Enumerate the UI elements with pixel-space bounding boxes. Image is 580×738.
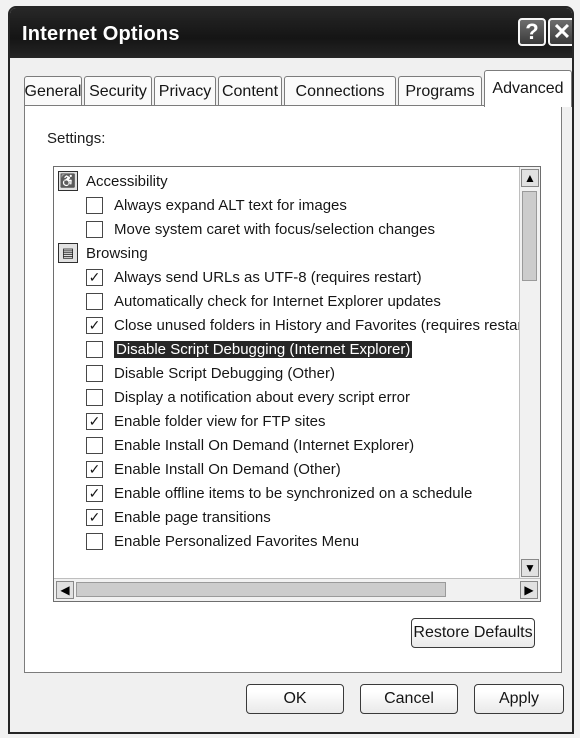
list-item[interactable]: Move system caret with focus/selection c… <box>86 217 435 241</box>
tab-content[interactable]: Content <box>218 76 282 106</box>
checkbox[interactable] <box>86 220 103 238</box>
help-button[interactable]: ? <box>518 18 546 46</box>
checkbox[interactable]: ✓ <box>86 484 103 502</box>
list-item[interactable]: Always expand ALT text for images <box>86 193 347 217</box>
window-title: Internet Options <box>22 23 180 45</box>
scroll-down-button[interactable]: ▼ <box>521 559 539 577</box>
category-browsing: ▤ Browsing <box>58 241 148 265</box>
tab-connections[interactable]: Connections <box>284 76 396 106</box>
vertical-scroll-thumb[interactable] <box>522 191 537 281</box>
vertical-scrollbar[interactable]: ▲ ▼ <box>519 167 540 579</box>
category-accessibility: ♿ Accessibility <box>58 169 168 193</box>
checkbox[interactable] <box>86 532 103 550</box>
option-label: Enable folder view for FTP sites <box>114 412 326 430</box>
checkbox[interactable] <box>86 292 103 310</box>
internet-options-dialog: Internet Options ? ✕ General Security Pr… <box>8 6 574 734</box>
scroll-left-button[interactable]: ◀ <box>56 581 74 599</box>
list-item[interactable]: Disable Script Debugging (Other) <box>86 361 335 385</box>
option-label: Automatically check for Internet Explore… <box>114 292 441 310</box>
option-label: Enable Personalized Favorites Menu <box>114 532 360 550</box>
checkbox[interactable]: ✓ <box>86 460 103 478</box>
browsing-icon: ▤ <box>58 243 78 263</box>
scroll-right-button[interactable]: ▶ <box>520 581 538 599</box>
chevron-up-icon: ▲ <box>524 171 536 185</box>
settings-label: Settings: <box>47 130 106 147</box>
option-label: Enable Install On Demand (Other) <box>114 460 341 478</box>
tab-advanced[interactable]: Advanced <box>484 70 572 107</box>
tab-programs[interactable]: Programs <box>398 76 482 106</box>
checkbox[interactable]: ✓ <box>86 412 103 430</box>
list-item[interactable]: ✓ Enable folder view for FTP sites <box>86 409 325 433</box>
option-label: Enable Install On Demand (Internet Explo… <box>114 436 415 454</box>
list-item[interactable]: ✓ Enable offline items to be synchronize… <box>86 481 472 505</box>
list-item[interactable]: ✓ Close unused folders in History and Fa… <box>86 313 532 337</box>
checkbox[interactable] <box>86 196 103 214</box>
ok-button[interactable]: OK <box>246 684 344 714</box>
list-item[interactable]: Automatically check for Internet Explore… <box>86 289 441 313</box>
list-item[interactable]: ✓ Enable page transitions <box>86 505 271 529</box>
checkbox[interactable] <box>86 388 103 406</box>
option-label: Move system caret with focus/selection c… <box>114 220 435 238</box>
checkbox[interactable] <box>86 340 103 358</box>
chevron-down-icon: ▼ <box>524 561 536 575</box>
checkbox[interactable] <box>86 436 103 454</box>
list-item[interactable]: ✓ Always send URLs as UTF-8 (requires re… <box>86 265 422 289</box>
tab-security[interactable]: Security <box>84 76 152 106</box>
horizontal-scroll-thumb[interactable] <box>76 582 446 597</box>
help-icon: ? <box>525 19 539 44</box>
chevron-left-icon: ◀ <box>60 583 70 597</box>
option-label: Always expand ALT text for images <box>114 196 347 214</box>
list-item-selected[interactable]: Disable Script Debugging (Internet Explo… <box>86 337 413 361</box>
list-item[interactable]: Display a notification about every scrip… <box>86 385 410 409</box>
horizontal-scrollbar[interactable]: ◀ ▶ <box>54 578 540 601</box>
option-label: Disable Script Debugging (Internet Explo… <box>114 340 413 358</box>
option-label: Display a notification about every scrip… <box>114 388 410 406</box>
option-label: Enable offline items to be synchronized … <box>114 484 473 502</box>
tab-privacy[interactable]: Privacy <box>154 76 216 106</box>
option-label: Close unused folders in History and Favo… <box>114 316 532 334</box>
checkbox[interactable] <box>86 364 103 382</box>
checkbox[interactable]: ✓ <box>86 268 103 286</box>
title-bar[interactable]: Internet Options ? ✕ <box>10 8 572 58</box>
category-label: Browsing <box>86 244 148 262</box>
option-label: Enable page transitions <box>114 508 271 526</box>
option-label: Always send URLs as UTF-8 (requires rest… <box>114 268 422 286</box>
accessibility-icon: ♿ <box>58 171 78 191</box>
scroll-up-button[interactable]: ▲ <box>521 169 539 187</box>
cancel-button[interactable]: Cancel <box>360 684 458 714</box>
list-item[interactable]: Enable Install On Demand (Internet Explo… <box>86 433 414 457</box>
list-item[interactable]: Enable Personalized Favorites Menu <box>86 529 359 553</box>
tab-general[interactable]: General <box>24 76 82 106</box>
checkbox[interactable]: ✓ <box>86 316 103 334</box>
close-icon: ✕ <box>552 19 572 44</box>
checkbox[interactable]: ✓ <box>86 508 103 526</box>
option-label: Disable Script Debugging (Other) <box>114 364 335 382</box>
apply-button[interactable]: Apply <box>474 684 564 714</box>
settings-list[interactable]: ♿ Accessibility Always expand ALT text f… <box>53 166 541 602</box>
close-button[interactable]: ✕ <box>548 18 572 46</box>
category-label: Accessibility <box>86 172 168 190</box>
chevron-right-icon: ▶ <box>524 583 534 597</box>
list-item[interactable]: ✓ Enable Install On Demand (Other) <box>86 457 341 481</box>
advanced-panel: Settings: ♿ Accessibility Always expand … <box>24 105 562 673</box>
restore-defaults-button[interactable]: Restore Defaults <box>411 618 535 648</box>
tab-strip: General Security Privacy Content Connect… <box>24 68 572 107</box>
